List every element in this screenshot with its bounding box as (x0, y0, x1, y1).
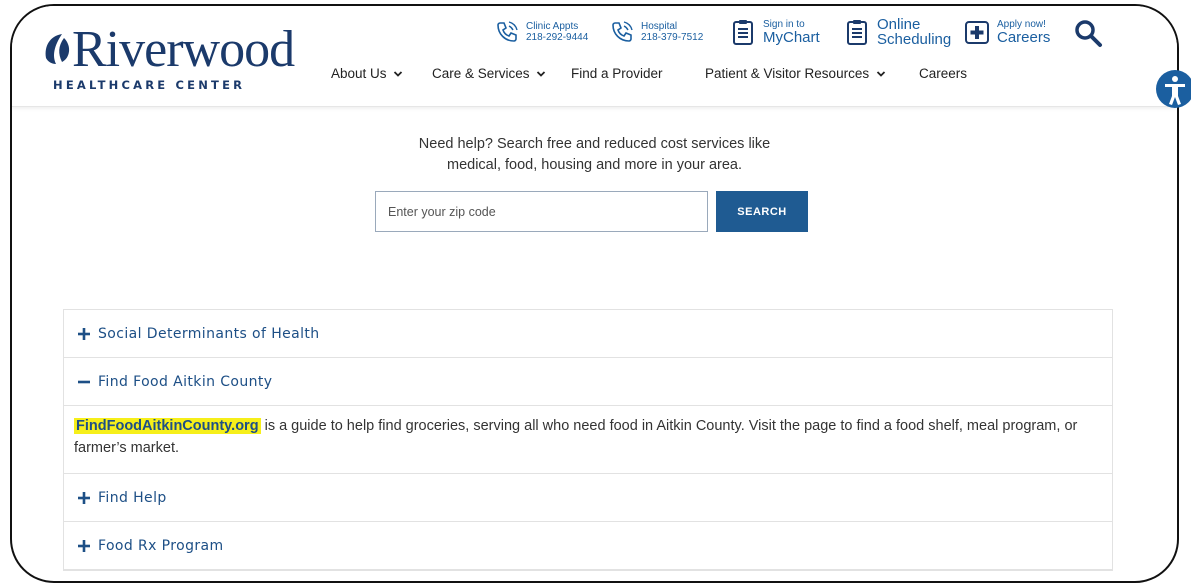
accordion-item-social-determinants[interactable]: Social Determinants of Health (64, 310, 1112, 358)
accessibility-icon[interactable] (1155, 69, 1191, 109)
leaf-logo-icon (45, 34, 70, 64)
plus-icon (78, 539, 90, 552)
accordion-title: Food Rx Program (98, 537, 224, 554)
scheduling-label: Scheduling (877, 31, 952, 48)
clinic-phone: 218-292-9444 (526, 32, 589, 43)
accordion-title: Find Help (98, 489, 167, 506)
nav-item-careers[interactable]: Careers (919, 66, 967, 81)
help-line-1: Need help? Search free and reduced cost … (418, 136, 771, 152)
plus-icon (78, 491, 90, 504)
clinic-appts-link[interactable]: Clinic Appts 218-292-9444 (492, 14, 588, 50)
chevron-down-icon (876, 71, 885, 78)
online-scheduling-link[interactable]: Online Scheduling (842, 14, 951, 50)
search-icon[interactable] (1073, 18, 1103, 48)
clipboard-icon (733, 20, 753, 45)
nav-label: About Us (331, 66, 387, 81)
mychart-label: MyChart (763, 29, 820, 46)
accordion-item-find-help[interactable]: Find Help (64, 474, 1112, 522)
accordion-item-find-food-aitkin[interactable]: Find Food Aitkin County (64, 358, 1112, 406)
nav-item-about-us[interactable]: About Us (331, 66, 403, 81)
help-line-2: medical, food, housing and more in your … (446, 157, 742, 173)
site-header: Riverwood HEALTHCARE CENTER Clinic Appts… (12, 6, 1177, 107)
clipboard-icon (847, 20, 867, 45)
chevron-down-icon (394, 71, 403, 78)
phone-icon (497, 21, 518, 42)
accordion-title: Social Determinants of Health (98, 325, 320, 342)
brand-subtitle: HEALTHCARE CENTER (53, 78, 246, 92)
screenshot-frame: Riverwood HEALTHCARE CENTER Clinic Appts… (10, 4, 1179, 583)
careers-label: Careers (997, 29, 1051, 46)
minus-icon (78, 380, 90, 383)
nav-item-patient-visitor-resources[interactable]: Patient & Visitor Resources (705, 66, 886, 81)
nav-label: Patient & Visitor Resources (705, 66, 870, 81)
plus-icon (78, 327, 90, 340)
hospital-label: Hospital (641, 21, 678, 32)
accordion-title: Find Food Aitkin County (98, 373, 273, 390)
accordion-item-food-rx[interactable]: Food Rx Program (64, 522, 1112, 570)
search-button[interactable]: SEARCH (716, 191, 808, 232)
nav-item-care-services[interactable]: Care & Services (432, 66, 546, 81)
accordion-panel-find-food: FindFoodAitkinCounty.org is a guide to h… (64, 406, 1112, 474)
careers-apply-link[interactable]: Apply now! Careers (962, 14, 1050, 50)
mychart-link[interactable]: Sign in to MyChart (728, 14, 820, 50)
phone-icon (612, 21, 633, 42)
resource-accordion: Social Determinants of Health Find Food … (63, 309, 1113, 571)
hospital-phone: 218-379-7512 (641, 32, 704, 43)
help-intro: Need help? Search free and reduced cost … (12, 134, 1177, 176)
nav-label: Find a Provider (571, 66, 663, 81)
nav-label: Careers (919, 66, 968, 81)
chevron-down-icon (537, 71, 546, 78)
clinic-label: Clinic Appts (526, 21, 579, 32)
findfood-link[interactable]: FindFoodAitkinCounty.org (74, 418, 261, 434)
hospital-link[interactable]: Hospital 218-379-7512 (607, 14, 703, 50)
site-logo[interactable]: Riverwood HEALTHCARE CENTER (42, 18, 312, 98)
plus-box-icon (965, 21, 989, 44)
nav-label: Care & Services (432, 66, 530, 81)
brand-name: Riverwood (72, 21, 295, 78)
nav-item-find-provider[interactable]: Find a Provider (571, 66, 663, 81)
zip-code-input[interactable] (375, 191, 708, 232)
